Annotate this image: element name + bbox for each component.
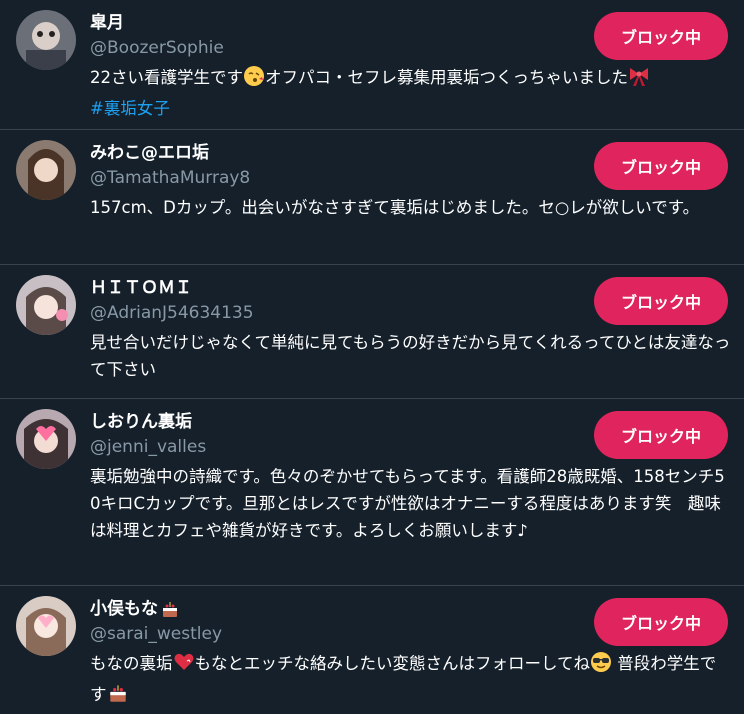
cake-emoji-icon — [160, 599, 180, 619]
user-cell[interactable]: しおりん裏垢 @jenni_valles 裏垢勉強中の詩織です。色々のぞかせても… — [0, 399, 744, 586]
kissing-face-emoji-icon — [243, 65, 265, 95]
hashtag-link[interactable]: #裏垢女子 — [90, 99, 170, 118]
bio: もなの裏垢 もなとエッチな絡みしたい変態さんはフォローしてね 普段わ学生です — [90, 650, 732, 712]
display-name[interactable]: みわこ@エロ垢 — [90, 142, 209, 164]
blocked-button[interactable]: ブロック中 — [594, 411, 728, 459]
user-cell[interactable]: 小俣もな @sarai_westley もなの裏垢 もなとエッチな絡みしたい変態さ… — [0, 586, 744, 714]
ribbon-emoji-icon — [628, 65, 650, 95]
display-name[interactable]: ＨＩＴＯＭＩ — [90, 277, 192, 299]
avatar[interactable] — [16, 409, 76, 469]
heart-emoji-icon — [173, 651, 195, 681]
avatar[interactable] — [16, 275, 76, 335]
bio: 裏垢勉強中の詩織です。色々のぞかせてもらってます。看護師28歳既婚、158センチ… — [90, 467, 725, 540]
blocked-button[interactable]: ブロック中 — [594, 598, 728, 646]
blocked-button[interactable]: ブロック中 — [594, 142, 728, 190]
avatar[interactable] — [16, 596, 76, 656]
bio: 見せ合いだけじゃなくて単純に見てもらうの好きだから見てくれるってひとは友達なって… — [90, 333, 731, 379]
sunglasses-emoji-icon — [590, 651, 612, 681]
avatar[interactable] — [16, 10, 76, 70]
bio: 157cm、Dカップ。出会いがなさすぎて裏垢はじめました。セ○レが欲しいです。 — [90, 198, 700, 217]
blocked-button[interactable]: ブロック中 — [594, 12, 728, 60]
display-name[interactable]: 小俣もな — [90, 598, 158, 620]
blocked-button[interactable]: ブロック中 — [594, 277, 728, 325]
avatar[interactable] — [16, 140, 76, 200]
bio: 22さい看護学生です オフパコ・セフレ募集用裏垢つくっちゃいました #裏垢女子 — [90, 64, 732, 122]
display-name[interactable]: しおりん裏垢 — [90, 411, 192, 433]
user-cell[interactable]: ＨＩＴＯＭＩ @AdrianJ54634135 見せ合いだけじゃなくて単純に見て… — [0, 265, 744, 399]
blocked-accounts-list: 皐月 @BoozerSophie 22さい看護学生です オフパコ・セフレ募集用裏垢… — [0, 0, 744, 714]
user-cell[interactable]: 皐月 @BoozerSophie 22さい看護学生です オフパコ・セフレ募集用裏垢… — [0, 0, 744, 130]
user-cell[interactable]: みわこ@エロ垢 @TamathaMurray8 157cm、Dカップ。出会いがな… — [0, 130, 744, 265]
display-name[interactable]: 皐月 — [90, 12, 124, 34]
cake-emoji-icon — [107, 682, 129, 712]
